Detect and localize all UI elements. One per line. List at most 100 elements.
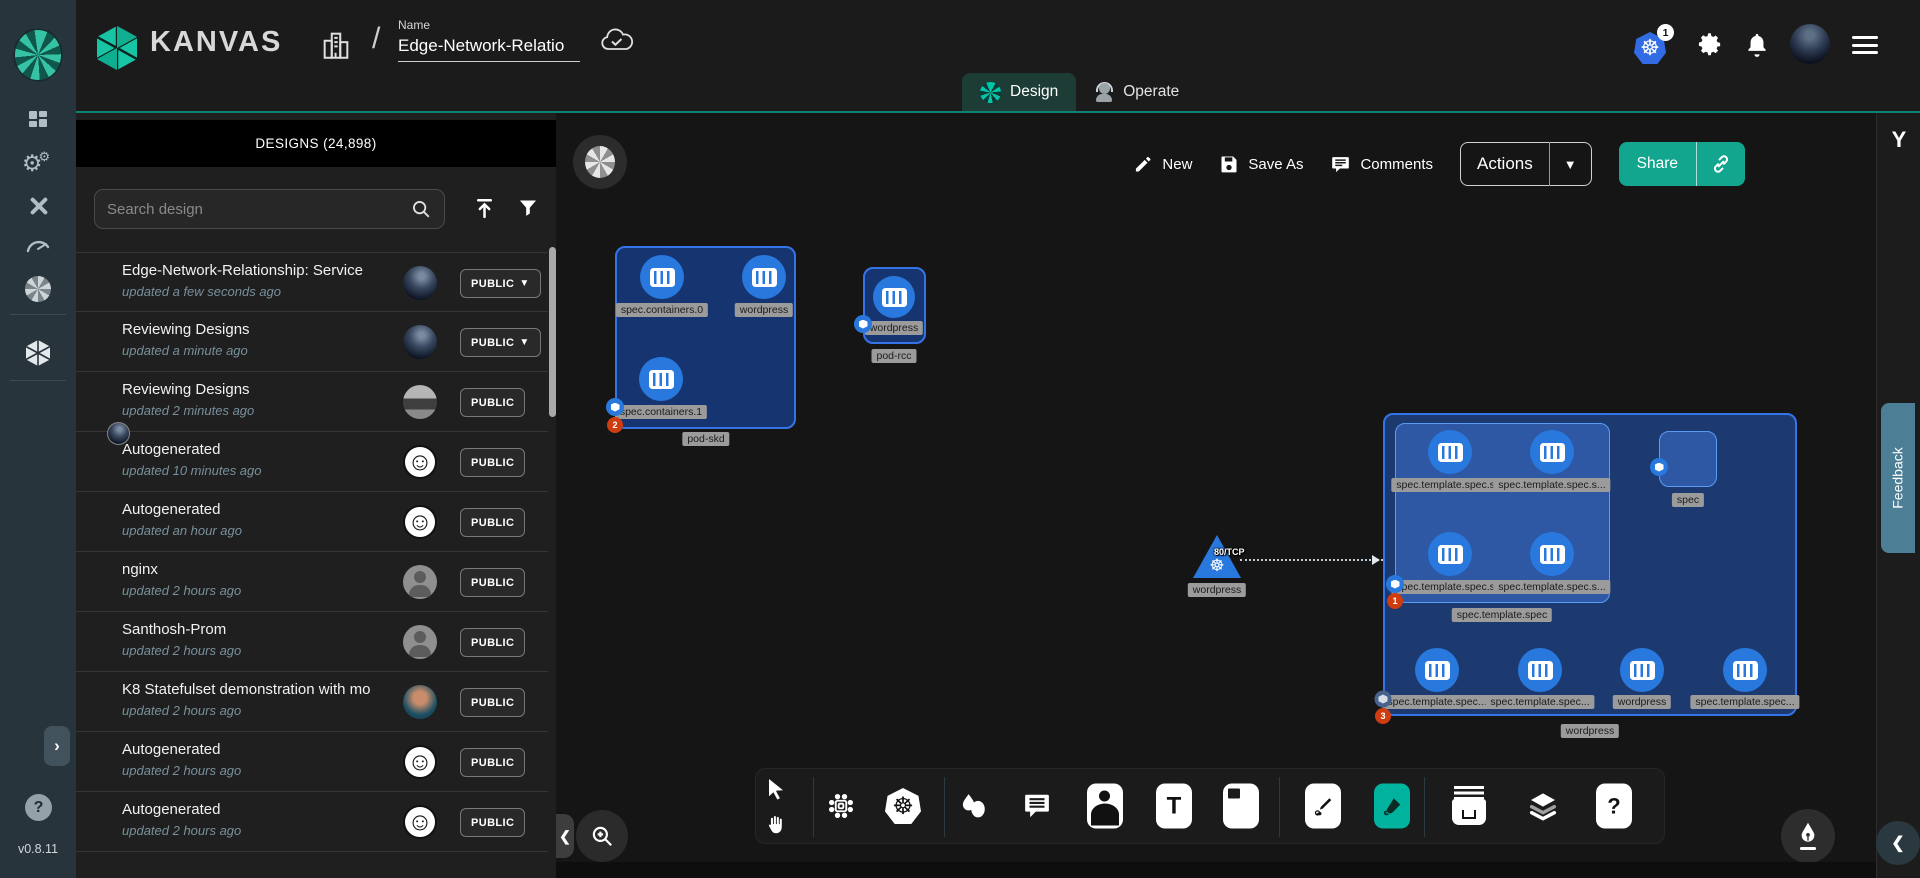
menu-hamburger-icon[interactable]: [1852, 36, 1878, 56]
visibility-button[interactable]: PUBLIC ▼: [460, 808, 525, 837]
container-node[interactable]: [873, 276, 915, 318]
validate-icon[interactable]: Y: [1877, 127, 1920, 153]
container-node[interactable]: [742, 255, 786, 299]
design-canvas[interactable]: New Save As Comments Actions ▼ Share spe…: [556, 113, 1876, 878]
container-node[interactable]: [1620, 648, 1664, 692]
design-list-item[interactable]: Edge-Network-Relationship: Service updat…: [76, 252, 548, 312]
visibility-button[interactable]: PUBLIC ▼: [460, 568, 525, 597]
container-node[interactable]: [640, 255, 684, 299]
container-label: spec.template.spec.s...: [1391, 580, 1508, 594]
design-list-item[interactable]: Autogenerated updated 2 hours ago PUBLIC…: [76, 732, 548, 792]
filter-funnel-icon[interactable]: [516, 195, 540, 220]
design-list-item[interactable]: Reviewing Designs updated 2 minutes ago …: [76, 372, 548, 432]
new-button[interactable]: New: [1133, 154, 1192, 174]
expand-rail-button[interactable]: ›: [44, 726, 70, 766]
error-count-badge[interactable]: 3: [1375, 708, 1391, 724]
visibility-button[interactable]: PUBLIC ▼: [460, 448, 525, 477]
api-icon[interactable]: [827, 792, 855, 820]
marker-icon[interactable]: [1374, 784, 1410, 829]
collapse-panel-chevron[interactable]: ❮: [556, 814, 574, 858]
cloud-sync-icon[interactable]: [600, 28, 634, 54]
meshery-icon[interactable]: [0, 272, 76, 306]
design-list-item[interactable]: nginx updated 2 hours ago PUBLIC ▼: [76, 552, 548, 612]
design-name-input[interactable]: [398, 34, 580, 62]
feedback-tab[interactable]: Feedback: [1881, 403, 1915, 553]
visibility-button[interactable]: PUBLIC ▼: [460, 508, 525, 537]
actions-split-button[interactable]: Actions ▼: [1460, 142, 1592, 186]
configuration-tools-icon[interactable]: [0, 189, 76, 223]
design-name: nginx: [122, 561, 380, 578]
organization-icon[interactable]: [319, 28, 353, 62]
name-field-label: Name: [398, 18, 580, 32]
import-design-icon[interactable]: [472, 195, 497, 221]
container-node[interactable]: [1428, 430, 1472, 474]
comments-button[interactable]: Comments: [1330, 154, 1433, 175]
error-count-badge[interactable]: 2: [607, 417, 623, 433]
tab-operate[interactable]: Operate: [1076, 73, 1197, 111]
text-icon[interactable]: T: [1156, 784, 1192, 829]
container-icon: [1540, 443, 1565, 462]
container-label: spec.containers.0: [616, 303, 708, 317]
hand-icon[interactable]: [765, 814, 787, 836]
container-node[interactable]: [1415, 648, 1459, 692]
container-node[interactable]: [1530, 532, 1574, 576]
design-name: Autogenerated: [122, 441, 380, 458]
design-list-item[interactable]: Autogenerated updated 10 minutes ago PUB…: [76, 432, 548, 492]
layers-icon[interactable]: [1527, 790, 1559, 822]
visibility-button[interactable]: PUBLIC ▼: [460, 748, 525, 777]
design-list-item[interactable]: Reviewing Designs updated a minute ago P…: [76, 312, 548, 372]
shapes-icon[interactable]: [958, 791, 988, 821]
container-label: spec.template.spec...: [1690, 695, 1799, 709]
help-icon[interactable]: ?: [1596, 784, 1632, 829]
design-list-item[interactable]: Santhosh-Prom updated 2 hours ago PUBLIC…: [76, 612, 548, 672]
design-search-input[interactable]: [107, 201, 410, 218]
node-label: spec: [1672, 493, 1704, 507]
notifications-bell-icon[interactable]: [1744, 30, 1770, 58]
new-label: New: [1162, 156, 1192, 173]
container-node[interactable]: [1428, 532, 1472, 576]
kanvas-hexagon-icon[interactable]: [0, 336, 76, 370]
comment-icon[interactable]: [1022, 791, 1052, 821]
help-button[interactable]: ?: [25, 794, 52, 821]
visibility-button[interactable]: PUBLIC ▼: [460, 628, 525, 657]
container-node[interactable]: [1723, 648, 1767, 692]
layer5-logo[interactable]: [13, 28, 63, 82]
container-icon: [752, 268, 777, 287]
save-as-button[interactable]: Save As: [1219, 154, 1303, 174]
container-node[interactable]: [639, 357, 683, 401]
copy-link-icon[interactable]: [1697, 153, 1745, 175]
design-list-item[interactable]: Autogenerated updated an hour ago PUBLIC…: [76, 492, 548, 552]
settings-gear-icon[interactable]: [1696, 31, 1723, 58]
visibility-button[interactable]: PUBLIC ▼: [460, 328, 541, 357]
pen-icon[interactable]: [1305, 784, 1341, 829]
zoom-button[interactable]: [576, 810, 628, 862]
canvas-logo-button[interactable]: [573, 135, 627, 189]
performance-gauge-icon[interactable]: [0, 228, 76, 262]
lifecycle-gears-icon[interactable]: ⚙⚙: [0, 146, 76, 180]
actions-caret-icon[interactable]: ▼: [1550, 157, 1591, 172]
user-avatar[interactable]: [1790, 24, 1830, 64]
visibility-button[interactable]: PUBLIC ▼: [460, 388, 525, 417]
share-split-button[interactable]: Share: [1619, 142, 1745, 186]
media-icon[interactable]: [1087, 784, 1123, 829]
kubernetes-icon[interactable]: ☸: [885, 788, 921, 824]
visibility-button[interactable]: PUBLIC ▼: [460, 688, 525, 717]
panel-scrollbar-thumb[interactable]: [549, 247, 556, 417]
kanvas-logo-icon: [94, 24, 140, 72]
visibility-button[interactable]: PUBLIC ▼: [460, 269, 541, 298]
node-spec[interactable]: [1659, 431, 1717, 487]
collapse-right-rail-chevron[interactable]: ❮: [1876, 821, 1920, 865]
drawer-icon[interactable]: [1452, 786, 1486, 826]
container-label: wordpress: [1613, 695, 1671, 709]
design-list-item[interactable]: K8 Statefulset demonstration with mo upd…: [76, 672, 548, 732]
design-updated: updated 2 hours ago: [122, 763, 241, 778]
design-list-item[interactable]: Autogenerated updated 2 hours ago PUBLIC…: [76, 792, 548, 852]
tab-design[interactable]: Design: [962, 73, 1076, 111]
note-icon[interactable]: [1223, 784, 1259, 829]
pointer-icon[interactable]: [764, 777, 788, 801]
error-count-badge[interactable]: 1: [1387, 593, 1403, 609]
whiteboard-pen-button[interactable]: [1781, 809, 1835, 863]
container-node[interactable]: [1530, 430, 1574, 474]
container-node[interactable]: [1518, 648, 1562, 692]
dashboard-icon[interactable]: [0, 103, 76, 137]
